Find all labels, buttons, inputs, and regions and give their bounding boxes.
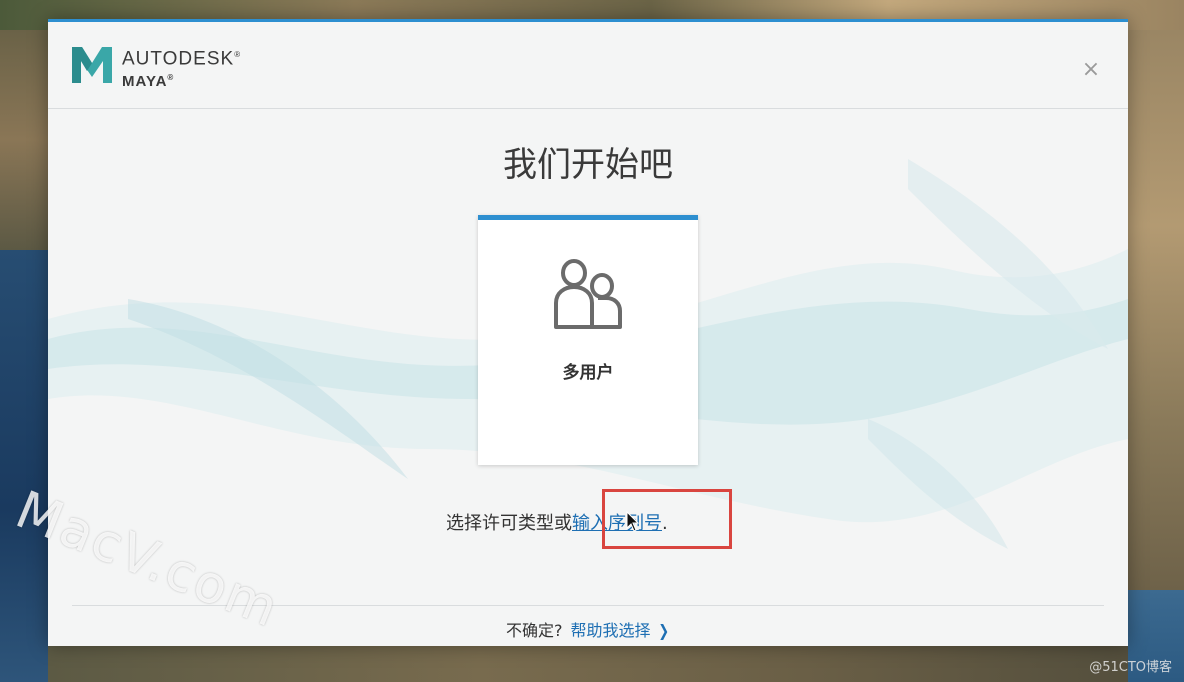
footer: 不确定? 帮助我选择 ❯ [48, 617, 1128, 641]
license-option-multi-user[interactable]: 多用户 [478, 215, 698, 465]
desktop-background-left [0, 30, 48, 250]
desktop-background-bottom [48, 646, 1128, 682]
header-divider [48, 108, 1128, 109]
brand-autodesk: AUTODESK [122, 48, 235, 70]
card-accent-bar [478, 215, 698, 220]
choose-license-text: 选择许可类型或 [446, 513, 572, 534]
dialog-accent-bar [48, 19, 1128, 22]
desktop-background-right [1128, 30, 1184, 590]
page-title: 我们开始吧 [503, 145, 673, 185]
maya-logo-icon [72, 47, 112, 83]
card-label: 多用户 [562, 363, 614, 383]
credit-text: @51CTO博客 [1089, 660, 1172, 675]
close-icon[interactable]: × [1080, 59, 1102, 81]
chevron-right-icon[interactable]: ❯ [658, 621, 669, 640]
unsure-text: 不确定? [506, 621, 563, 640]
brand-maya: MAYA [122, 73, 168, 91]
brand-text: AUTODESK® MAYA® [122, 48, 242, 91]
desktop-background-sea [0, 250, 48, 682]
help-me-choose-link[interactable]: 帮助我选择 [571, 621, 651, 640]
users-icon [554, 259, 622, 329]
mouse-cursor-icon [626, 511, 640, 532]
annotation-highlight-box [602, 489, 732, 549]
